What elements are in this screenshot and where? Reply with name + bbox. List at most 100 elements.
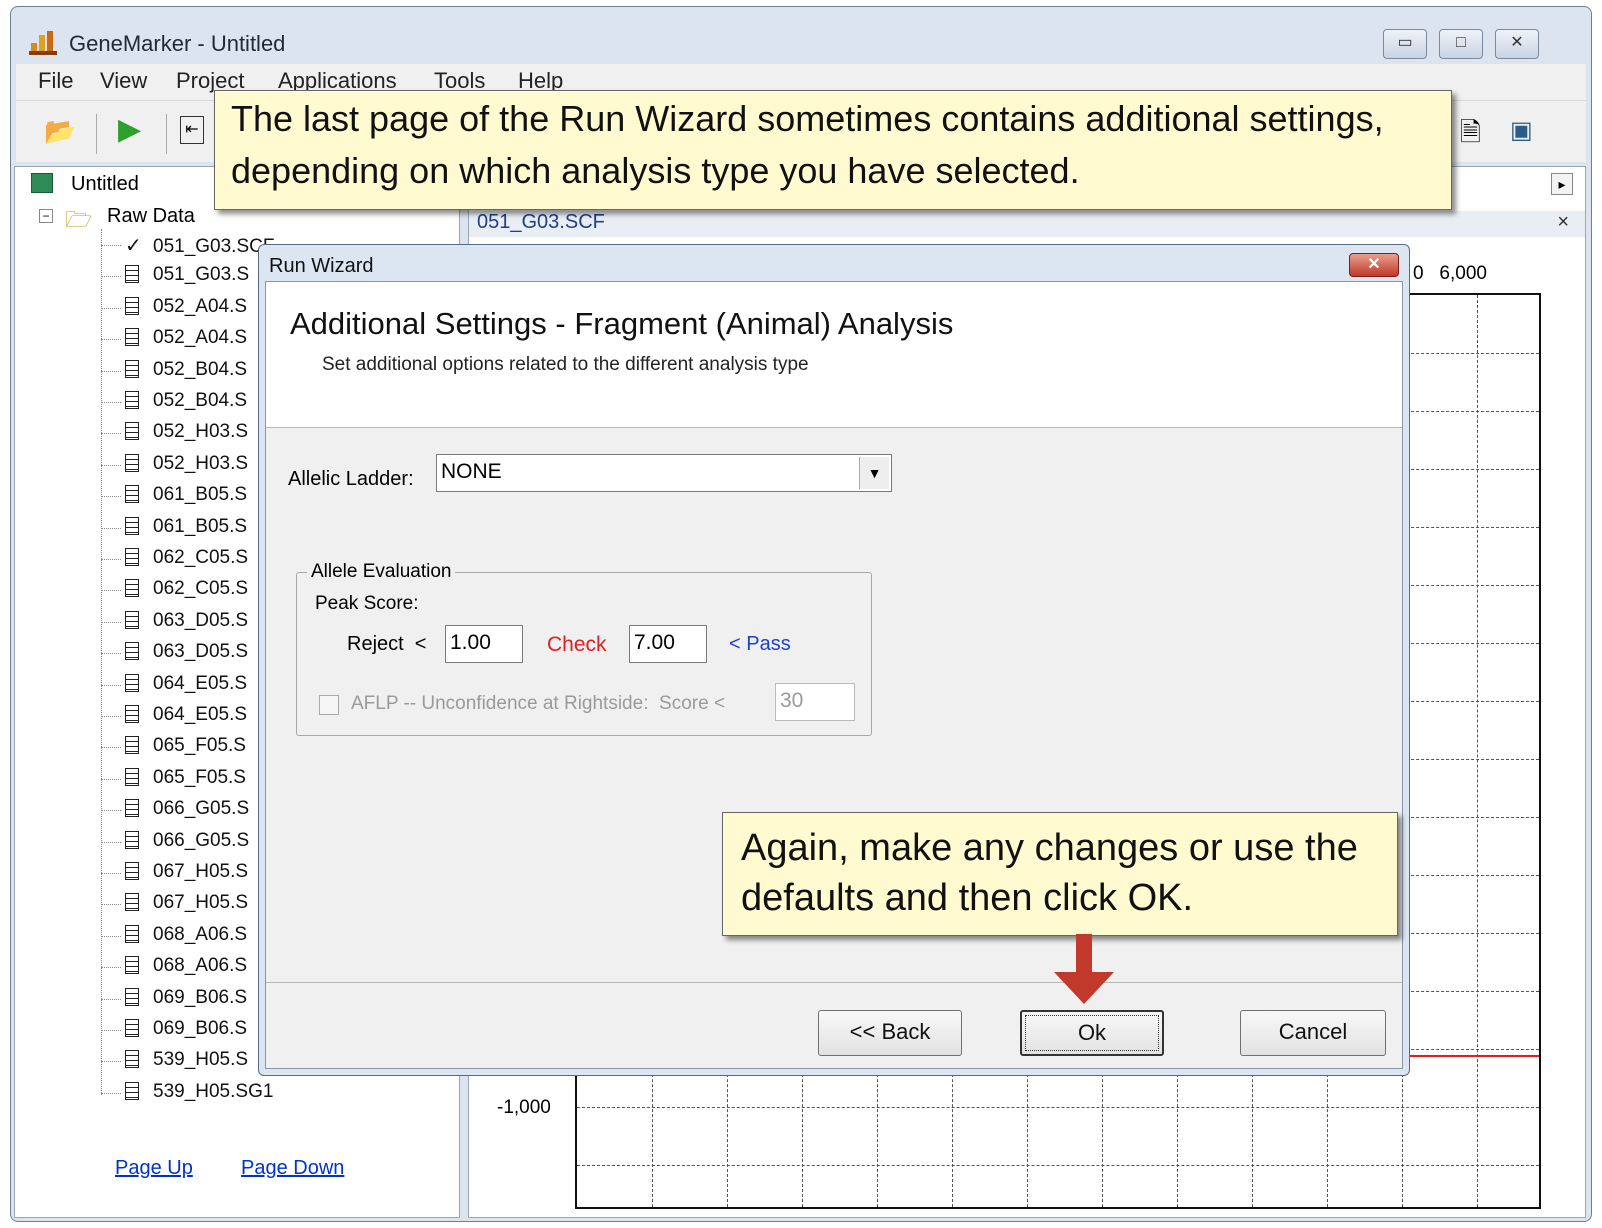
tree-file-item[interactable]: 066_G05.S <box>125 830 249 852</box>
tree-file-label: 066_G05.S <box>153 829 250 851</box>
tree-file-item[interactable]: 052_A04.S <box>125 327 247 349</box>
close-icon: ✕ <box>1367 256 1381 273</box>
aflp-label: AFLP -- Unconfidence at Rightside: Score… <box>351 693 726 714</box>
tree-guide <box>101 370 121 372</box>
tree-guide <box>101 621 121 623</box>
aflp-checkbox[interactable] <box>319 695 339 715</box>
tree-file-item[interactable]: 064_E05.S <box>125 673 247 695</box>
page-down-link[interactable]: Page Down <box>241 1157 344 1180</box>
tree-file-item[interactable]: 052_H03.S <box>125 453 248 475</box>
back-button[interactable]: << Back <box>818 1010 962 1056</box>
tree-file-item[interactable]: 061_B05.S <box>125 516 247 538</box>
document-icon <box>125 924 139 943</box>
tree-guide <box>101 496 121 498</box>
document-icon <box>125 862 139 880</box>
document-icon <box>125 893 139 912</box>
document-icon <box>125 328 139 347</box>
tree-file-item[interactable]: 065_F05.S <box>125 767 246 789</box>
document-icon <box>125 736 139 755</box>
tree-file-item[interactable]: 052_B04.S <box>125 359 247 381</box>
reject-label: Reject < <box>347 633 427 655</box>
check-threshold-input[interactable]: 7.00 <box>629 625 707 663</box>
tree-file-item[interactable]: 051_G03.S <box>125 264 249 286</box>
ok-button[interactable]: Ok <box>1020 1010 1164 1056</box>
callout-top: The last page of the Run Wizard sometime… <box>214 90 1452 210</box>
tree-file-item[interactable]: 539_H05.S <box>125 1049 248 1071</box>
tree-file-label: 067_H05.S <box>153 892 249 914</box>
dialog-title: Run Wizard <box>269 255 374 277</box>
tree-guide <box>101 653 121 655</box>
tree-file-item[interactable]: 067_H05.S <box>125 861 248 883</box>
tree-file-item[interactable]: 063_D05.S <box>125 610 248 632</box>
tree-file-item[interactable]: 069_B06.S <box>125 1018 247 1040</box>
tree-file-item[interactable]: 066_G05.S <box>125 798 249 820</box>
tree-file-item[interactable]: 539_H05.SG1 <box>125 1081 273 1103</box>
tree-file-item[interactable]: 064_E05.S <box>125 704 247 726</box>
document-icon <box>125 1081 139 1100</box>
export-icon[interactable]: ▣ <box>1510 116 1533 145</box>
reject-threshold-input[interactable]: 1.00 <box>445 625 523 663</box>
tree-file-label: 063_D05.S <box>153 641 249 663</box>
menu-file[interactable]: File <box>38 68 73 94</box>
tree-file-item[interactable]: 063_D05.S <box>125 641 248 663</box>
tree-guide <box>101 904 121 906</box>
aflp-score-input[interactable]: 30 <box>775 683 855 721</box>
dialog-close-button[interactable]: ✕ <box>1349 253 1399 277</box>
trace-tab-title[interactable]: 051_G03.SCF <box>477 211 605 234</box>
tree-file-item[interactable]: 052_B04.S <box>125 390 247 412</box>
collapse-icon[interactable]: − <box>39 209 53 223</box>
genemarker-app-icon <box>29 27 57 55</box>
tree-folder-raw-data[interactable]: Raw Data <box>107 205 195 228</box>
tree-file-label: 067_H05.S <box>153 861 249 882</box>
tree-file-item[interactable]: 052_A04.S <box>125 296 247 318</box>
close-window-button[interactable]: ✕ <box>1495 29 1539 59</box>
menu-view[interactable]: View <box>100 68 147 94</box>
tree-guide <box>101 229 102 1095</box>
document-icon <box>125 956 139 975</box>
tree-guide <box>101 276 121 278</box>
panel-icon[interactable]: ⇤ <box>180 116 204 144</box>
scroll-right-button[interactable]: ▸ <box>1551 173 1573 195</box>
report-icon[interactable]: 🗎 <box>1460 114 1481 158</box>
chevron-down-icon[interactable]: ▼ <box>859 457 889 489</box>
tree-guide <box>101 778 121 780</box>
tree-guide <box>101 527 121 529</box>
tree-file-item[interactable]: 068_A06.S <box>125 955 247 977</box>
tree-file-item[interactable]: 068_A06.S <box>125 924 247 946</box>
dialog-header: Additional Settings - Fragment (Animal) … <box>266 282 1402 428</box>
tree-guide <box>101 339 121 341</box>
document-icon <box>125 548 139 566</box>
document-icon <box>125 453 139 472</box>
document-icon <box>125 485 139 504</box>
allelic-ladder-select[interactable]: NONE ▼ <box>436 454 892 492</box>
tree-file-item[interactable]: 062_C05.S <box>125 547 248 569</box>
run-icon[interactable]: ▶ <box>118 112 141 147</box>
dialog-subheading: Set additional options related to the di… <box>322 354 809 375</box>
allelic-ladder-value: NONE <box>441 460 502 483</box>
tree-file-item[interactable]: 065_F05.S <box>125 735 246 757</box>
open-folder-icon[interactable]: 📂 <box>44 116 76 147</box>
tree-file-item[interactable]: 061_B05.S <box>125 484 247 506</box>
maximize-icon: □ <box>1456 34 1466 51</box>
minimize-button[interactable]: ▭ <box>1383 29 1427 59</box>
callout-top-text: The last page of the Run Wizard sometime… <box>231 98 1384 191</box>
cancel-button[interactable]: Cancel <box>1240 1010 1386 1056</box>
tree-file-item[interactable]: 067_H05.S <box>125 892 248 914</box>
maximize-button[interactable]: □ <box>1439 29 1483 59</box>
tree-guide <box>101 967 121 969</box>
tree-guide <box>101 841 121 843</box>
page-up-link[interactable]: Page Up <box>115 1157 193 1180</box>
tree-file-item[interactable]: 052_H03.S <box>125 421 248 443</box>
tree-file-label: 061_B05.S <box>153 484 248 506</box>
checkmark-icon: ✓ <box>125 235 142 257</box>
close-tab-icon[interactable]: × <box>1557 211 1569 234</box>
dialog-footer-divider <box>266 982 1402 983</box>
tree-root[interactable]: Untitled <box>71 173 139 196</box>
tree-guide <box>101 810 121 812</box>
tree-file-item[interactable]: 062_C05.S <box>125 578 248 600</box>
tree-guide <box>101 307 121 309</box>
tree-file-item[interactable]: 069_B06.S <box>125 987 247 1009</box>
allele-evaluation-title: Allele Evaluation <box>307 561 456 583</box>
tree-file-item[interactable]: ✓ 051_G03.SCF <box>125 233 274 258</box>
tree-file-label: 061_B05.S <box>153 515 248 537</box>
